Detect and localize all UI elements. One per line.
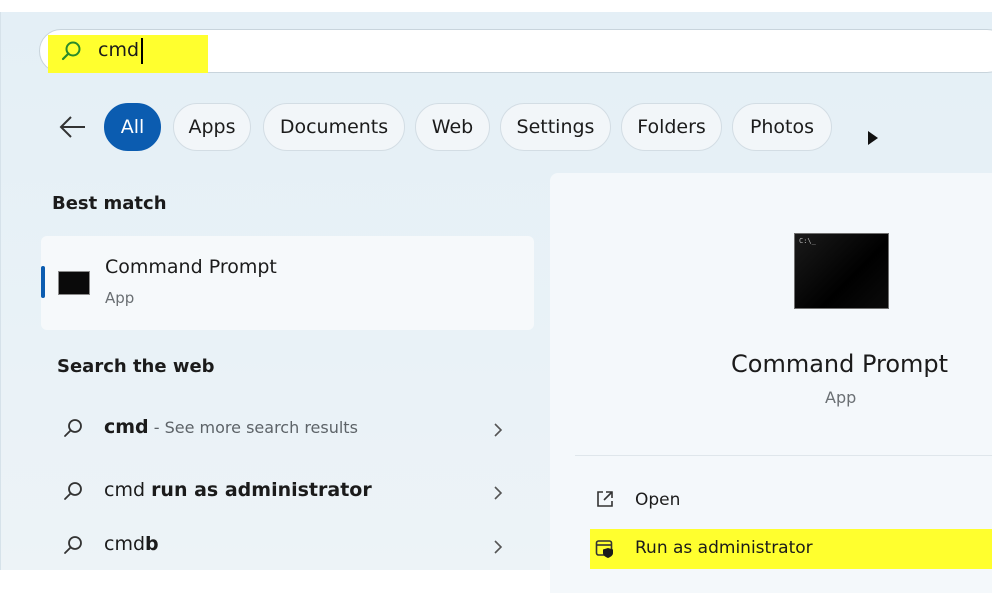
best-match-heading: Best match bbox=[52, 193, 167, 214]
web-result-text: cmd run as administrator bbox=[104, 479, 372, 501]
filter-chip-apps[interactable]: Apps bbox=[173, 103, 251, 151]
search-icon bbox=[64, 419, 82, 437]
filter-chip-all[interactable]: All bbox=[104, 103, 161, 151]
preview-title: Command Prompt bbox=[731, 350, 949, 378]
preview-subtitle: App bbox=[825, 388, 857, 407]
open-action-label: Open bbox=[635, 490, 681, 510]
preview-divider bbox=[575, 455, 992, 456]
search-panel: cmd All Apps Documents Web Settings Fold… bbox=[0, 12, 992, 593]
filter-chip-folders[interactable]: Folders bbox=[621, 103, 722, 151]
best-match-subtitle: App bbox=[105, 289, 135, 307]
filter-chip-web[interactable]: Web bbox=[415, 103, 490, 151]
open-action[interactable]: Open bbox=[575, 481, 992, 521]
selection-accent-bar bbox=[41, 266, 45, 298]
text-caret bbox=[141, 38, 143, 64]
best-match-title: Command Prompt bbox=[105, 256, 277, 278]
web-result-text: cmdb bbox=[104, 533, 159, 555]
command-prompt-large-icon: C:\_ bbox=[794, 233, 889, 309]
back-arrow-icon[interactable] bbox=[57, 113, 89, 141]
chevron-right-icon bbox=[494, 540, 503, 554]
open-external-icon bbox=[597, 491, 613, 507]
admin-shield-icon bbox=[595, 540, 613, 558]
run-as-administrator-label: Run as administrator bbox=[635, 538, 813, 558]
best-match-card[interactable] bbox=[41, 236, 534, 330]
chevron-right-icon bbox=[494, 486, 503, 500]
filter-chip-photos[interactable]: Photos bbox=[732, 103, 832, 151]
chevron-right-icon bbox=[494, 423, 503, 437]
search-icon bbox=[61, 41, 81, 61]
search-input[interactable]: cmd bbox=[98, 39, 139, 61]
more-filters-arrow-icon[interactable] bbox=[867, 130, 879, 146]
command-prompt-icon bbox=[58, 271, 90, 295]
search-icon bbox=[64, 536, 82, 554]
web-result-row[interactable]: cmd - See more search results bbox=[1, 405, 534, 453]
filter-chip-documents[interactable]: Documents bbox=[263, 103, 405, 151]
web-result-text: cmd - See more search results bbox=[104, 416, 358, 438]
run-as-administrator-action[interactable]: Run as administrator bbox=[590, 529, 992, 569]
search-icon bbox=[64, 482, 82, 500]
web-result-row[interactable]: cmd run as administrator bbox=[1, 468, 534, 516]
filter-chip-settings[interactable]: Settings bbox=[500, 103, 611, 151]
search-web-heading: Search the web bbox=[57, 356, 215, 377]
web-result-row[interactable]: cmdb bbox=[1, 522, 534, 570]
search-box[interactable]: cmd bbox=[39, 29, 992, 73]
